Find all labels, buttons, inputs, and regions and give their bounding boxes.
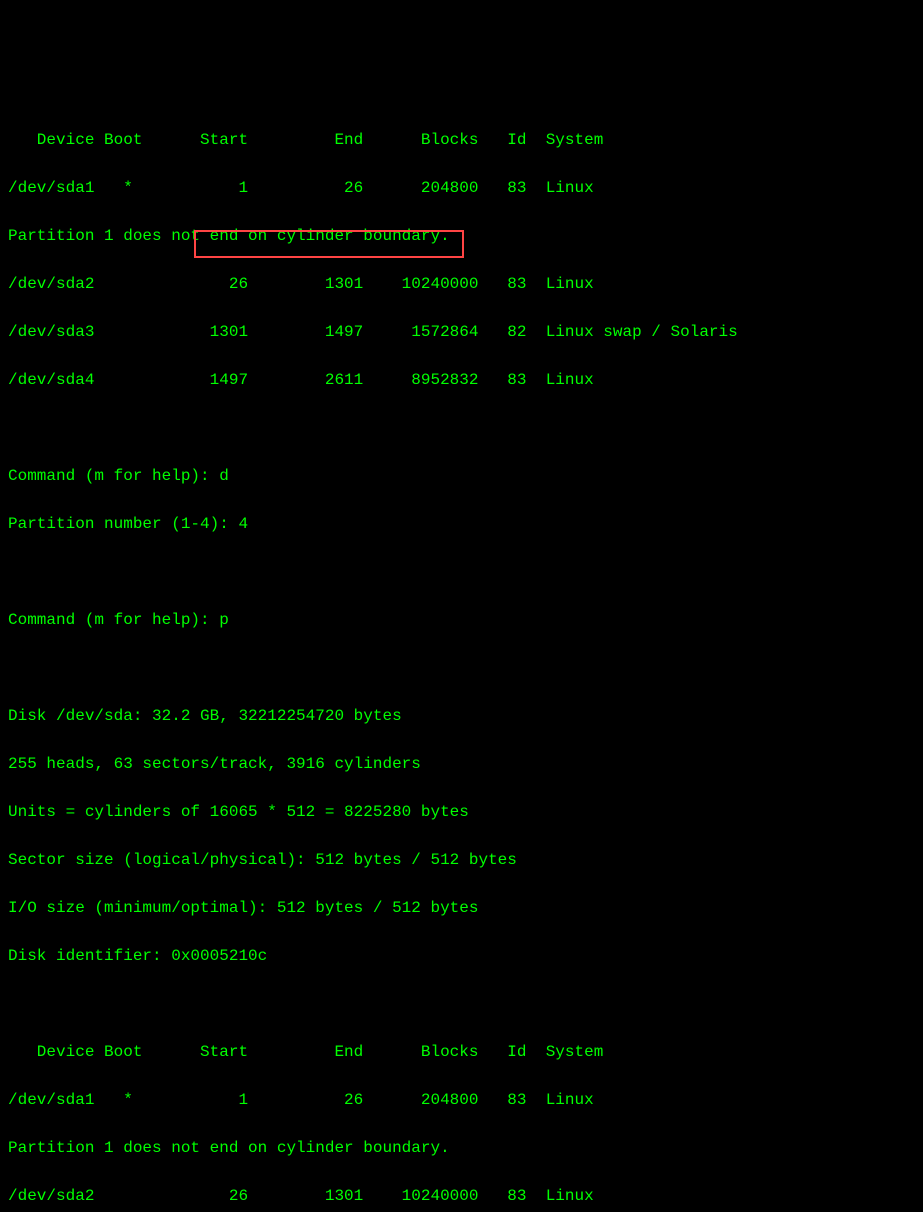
sector-size: Sector size (logical/physical): 512 byte… [8,848,915,872]
partition-row: /dev/sda4 1497 2611 8952832 83 Linux [8,368,915,392]
table-header: Device Boot Start End Blocks Id System [8,128,915,152]
table-header: Device Boot Start End Blocks Id System [8,1040,915,1064]
terminal-output: Device Boot Start End Blocks Id System /… [8,104,915,1212]
blank-line [8,656,915,680]
partition-row: /dev/sda3 1301 1497 1572864 82 Linux swa… [8,320,915,344]
boundary-warning: Partition 1 does not end on cylinder bou… [8,224,915,248]
partition-row: /dev/sda2 26 1301 10240000 83 Linux [8,272,915,296]
blank-line [8,416,915,440]
io-size: I/O size (minimum/optimal): 512 bytes / … [8,896,915,920]
command-prompt: Command (m for help): p [8,608,915,632]
boundary-warning: Partition 1 does not end on cylinder bou… [8,1136,915,1160]
disk-units: Units = cylinders of 16065 * 512 = 82252… [8,800,915,824]
partition-row: /dev/sda1 * 1 26 204800 83 Linux [8,1088,915,1112]
disk-identifier: Disk identifier: 0x0005210c [8,944,915,968]
command-prompt: Command (m for help): d [8,464,915,488]
blank-line [8,560,915,584]
partition-row: /dev/sda1 * 1 26 204800 83 Linux [8,176,915,200]
partition-row: /dev/sda2 26 1301 10240000 83 Linux [8,1184,915,1208]
disk-info: Disk /dev/sda: 32.2 GB, 32212254720 byte… [8,704,915,728]
disk-geometry: 255 heads, 63 sectors/track, 3916 cylind… [8,752,915,776]
blank-line [8,992,915,1016]
partition-number-prompt: Partition number (1-4): 4 [8,512,915,536]
